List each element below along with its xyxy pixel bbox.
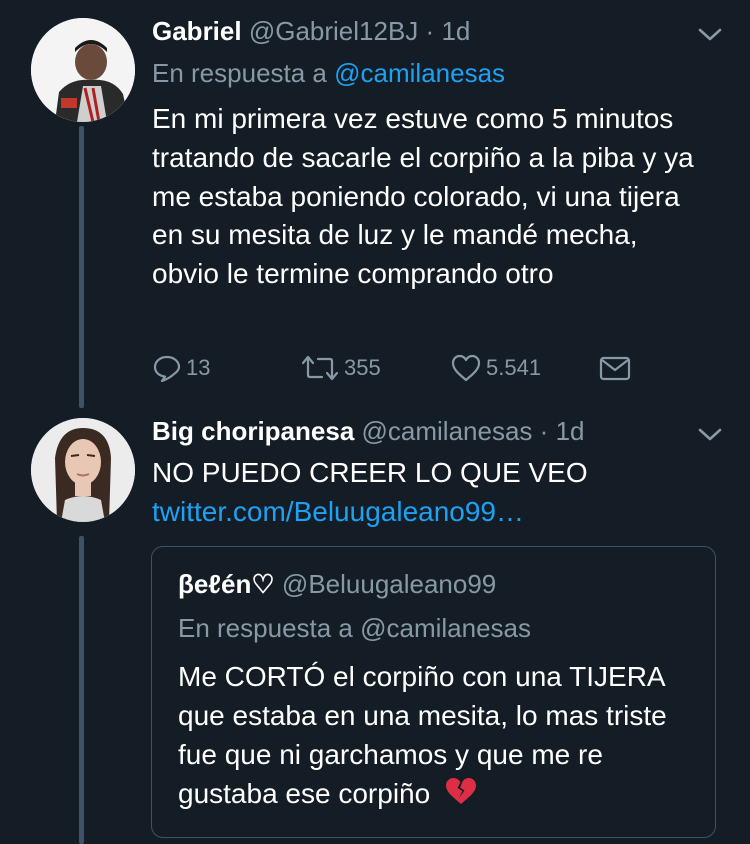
- display-name[interactable]: Big choripanesa: [152, 416, 354, 446]
- quoted-tweet-header: βeℓén♡ @Beluugaleano99: [178, 569, 496, 600]
- reply-mention[interactable]: @camilanesas: [334, 58, 505, 88]
- quoted-display-name: βeℓén♡: [178, 569, 275, 599]
- tweet-text-line: NO PUEDO CREER LO QUE VEO: [152, 457, 588, 488]
- direct-message-button[interactable]: [598, 348, 632, 388]
- user-handle[interactable]: @Gabriel12BJ: [249, 16, 418, 46]
- tweet-link[interactable]: twitter.com/Beluugaleano99…: [152, 493, 732, 532]
- retweet-button[interactable]: 355: [300, 348, 381, 388]
- chevron-down-icon[interactable]: [696, 424, 724, 444]
- timestamp[interactable]: 1d: [556, 416, 585, 446]
- avatar[interactable]: [31, 418, 135, 522]
- avatar[interactable]: [31, 18, 135, 122]
- like-button[interactable]: 5.541: [450, 348, 541, 388]
- tweet-header: Gabriel @Gabriel12BJ · 1d: [152, 16, 470, 47]
- thread-line: [79, 536, 84, 844]
- chevron-down-icon[interactable]: [696, 24, 724, 44]
- reply-prefix: En respuesta a: [152, 58, 327, 88]
- tweet-header: Big choripanesa @camilanesas · 1d: [152, 416, 584, 447]
- quoted-tweet-text: Me CORTÓ el corpiño con una TIJERA que e…: [178, 657, 708, 816]
- reply-button[interactable]: 13: [152, 348, 210, 388]
- display-name[interactable]: Gabriel: [152, 16, 242, 46]
- timestamp[interactable]: 1d: [441, 16, 470, 46]
- separator-dot: ·: [539, 416, 549, 446]
- retweet-count: 355: [344, 355, 381, 380]
- reply-context: En respuesta a @camilanesas: [152, 58, 505, 89]
- like-count: 5.541: [486, 355, 542, 380]
- thread-line: [79, 126, 84, 408]
- retweet-icon: [301, 355, 339, 381]
- like-icon: [451, 354, 481, 382]
- reply-icon: [153, 355, 181, 383]
- quoted-reply-context: En respuesta a @camilanesas: [178, 613, 532, 643]
- tweet-text: NO PUEDO CREER LO QUE VEO twitter.com/Be…: [152, 454, 732, 532]
- separator-dot: ·: [425, 16, 435, 46]
- broken-heart-emoji: [444, 776, 478, 816]
- user-handle[interactable]: @camilanesas: [362, 416, 533, 446]
- quoted-user-handle: @Beluugaleano99: [281, 569, 497, 599]
- reply-count: 13: [186, 355, 211, 380]
- quoted-text: Me CORTÓ el corpiño con una TIJERA que e…: [178, 661, 667, 809]
- dm-icon: [599, 356, 631, 381]
- tweet-text: En mi primera vez estuve como 5 minutos …: [152, 103, 694, 290]
- quoted-tweet[interactable]: βeℓén♡ @Beluugaleano99 En respuesta a @c…: [151, 546, 716, 838]
